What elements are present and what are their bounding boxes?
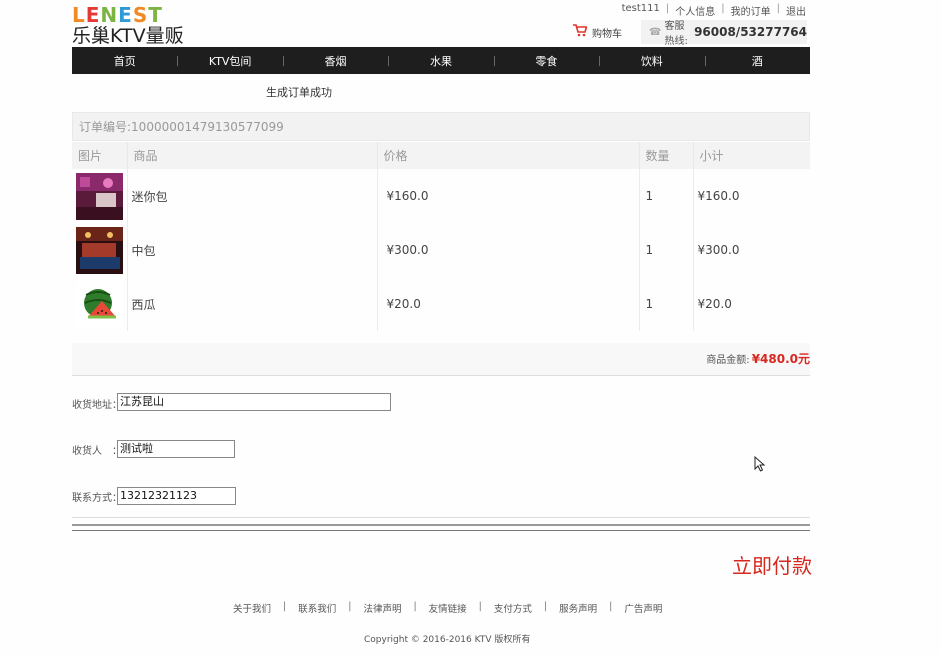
my-orders-link[interactable]: 我的订单 [731,3,771,18]
product-name[interactable]: 迷你包 [127,169,378,223]
order-number: 订单编号:10000001479130577099 [72,112,810,141]
logo-subtitle: 乐巢KTV量贩 [72,25,184,47]
mouse-cursor-icon [754,455,766,476]
separator: | [721,3,725,14]
product-price: ¥300.0 [377,223,640,277]
column-header: 小计 [693,142,810,169]
footer-link-ads[interactable]: 广告声明 [612,601,674,615]
column-header: 图片 [72,142,128,169]
table-row: 西瓜 ¥20.0 1 ¥20.0 [72,277,810,331]
receiver-field[interactable]: 测试啦 [117,440,235,458]
order-success-message: 生成订单成功 [266,86,332,99]
footer-link-friends[interactable]: 友情链接 [417,601,479,615]
divider [72,530,810,531]
nav-item-cigarettes[interactable]: 香烟 [282,53,388,69]
table-header-row: 图片 商品 价格 数量 小计 [72,142,810,169]
footer-link-service[interactable]: 服务声明 [547,601,609,615]
logo-letter: E [118,3,133,27]
product-price: ¥20.0 [377,277,640,331]
product-image-cell [72,169,128,223]
address-label: 收货地址： [72,400,122,411]
logo-letter: T [148,3,163,27]
address-field[interactable]: 江苏昆山 [117,393,391,411]
separator: | [776,3,780,14]
product-name[interactable]: 西瓜 [127,277,378,331]
column-header: 数量 [639,142,694,169]
nav-item-fruit[interactable]: 水果 [388,53,493,69]
footer-links: 关于我们 | 联系我们 | 法律声明 | 友情链接 | 支付方式 | 服务声明 … [233,601,674,615]
column-header: 商品 [127,142,378,169]
phone-field[interactable]: 13212321123 [117,487,236,505]
order-table: 图片 商品 价格 数量 小计 迷你包 ¥160.0 1 ¥160.0 中包 ¥3… [72,142,810,331]
room-thumbnail[interactable] [76,226,123,274]
cart-icon [573,24,588,41]
product-quantity: 1 [639,169,694,223]
divider [72,517,810,518]
cart-label: 购物车 [592,29,622,40]
logo-letter: N [100,3,119,27]
product-subtotal: ¥300.0 [697,243,740,257]
product-quantity: 1 [639,277,694,331]
hotline-number: 96008/53277764 [694,25,807,39]
footer-link-contact[interactable]: 联系我们 [286,601,348,615]
username-link[interactable]: test111 [622,3,660,18]
phone-icon: ☎ [649,26,662,38]
divider [72,524,810,526]
hotline: ☎ 客服热线: 96008/53277764 [641,20,807,47]
table-row: 中包 ¥300.0 1 ¥300.0 [72,223,810,277]
footer-link-legal[interactable]: 法律声明 [351,601,413,615]
product-image-cell [72,223,128,277]
order-total: 商品金额: ¥480.0元 [706,350,810,367]
nav-item-drinks[interactable]: 饮料 [599,53,704,69]
product-subtotal: ¥160.0 [697,189,740,203]
table-row: 迷你包 ¥160.0 1 ¥160.0 [72,169,810,223]
total-amount: ¥480.0元 [751,352,810,366]
phone-label: 联系方式： [72,493,122,504]
product-quantity: 1 [639,223,694,277]
separator: | [665,3,670,14]
pay-now-button[interactable]: 立即付款 [732,550,812,579]
watermelon-thumbnail[interactable] [76,280,123,328]
nav-item-snacks[interactable]: 零食 [493,53,599,69]
cart-link[interactable]: 购物车 [573,24,622,41]
footer-link-payment[interactable]: 支付方式 [482,601,544,615]
nav-item-wine[interactable]: 酒 [704,53,810,69]
hotline-label: 客服热线: [664,21,688,47]
product-image-cell [72,277,128,331]
receiver-label: 收货人 ： [72,446,122,457]
room-thumbnail[interactable] [76,172,123,220]
footer-link-about[interactable]: 关于我们 [233,601,283,615]
nav-item-home[interactable]: 首页 [72,53,177,69]
logout-link[interactable]: 退出 [786,3,806,18]
logo[interactable]: L E N E S T 乐巢KTV量贩 [72,5,222,47]
profile-link[interactable]: 个人信息 [675,3,715,18]
logo-letter: S [132,3,149,27]
top-links: test111 | 个人信息 | 我的订单 | 退出 [622,3,806,18]
main-nav: 首页 KTV包间 香烟 水果 零食 饮料 酒 [72,47,810,74]
product-price: ¥160.0 [377,169,640,223]
total-bar: 商品金额: ¥480.0元 [72,343,810,376]
copyright: Copyright © 2016-2016 KTV 版权所有 [364,635,531,645]
product-name[interactable]: 中包 [127,223,378,277]
logo-letter: E [85,3,101,27]
nav-item-ktv-rooms[interactable]: KTV包间 [177,53,282,69]
logo-wordmark: L E N E S T [72,5,222,25]
product-subtotal: ¥20.0 [697,297,732,311]
total-label: 商品金额: [706,355,750,366]
column-header: 价格 [377,142,640,169]
logo-letter: L [72,3,86,27]
